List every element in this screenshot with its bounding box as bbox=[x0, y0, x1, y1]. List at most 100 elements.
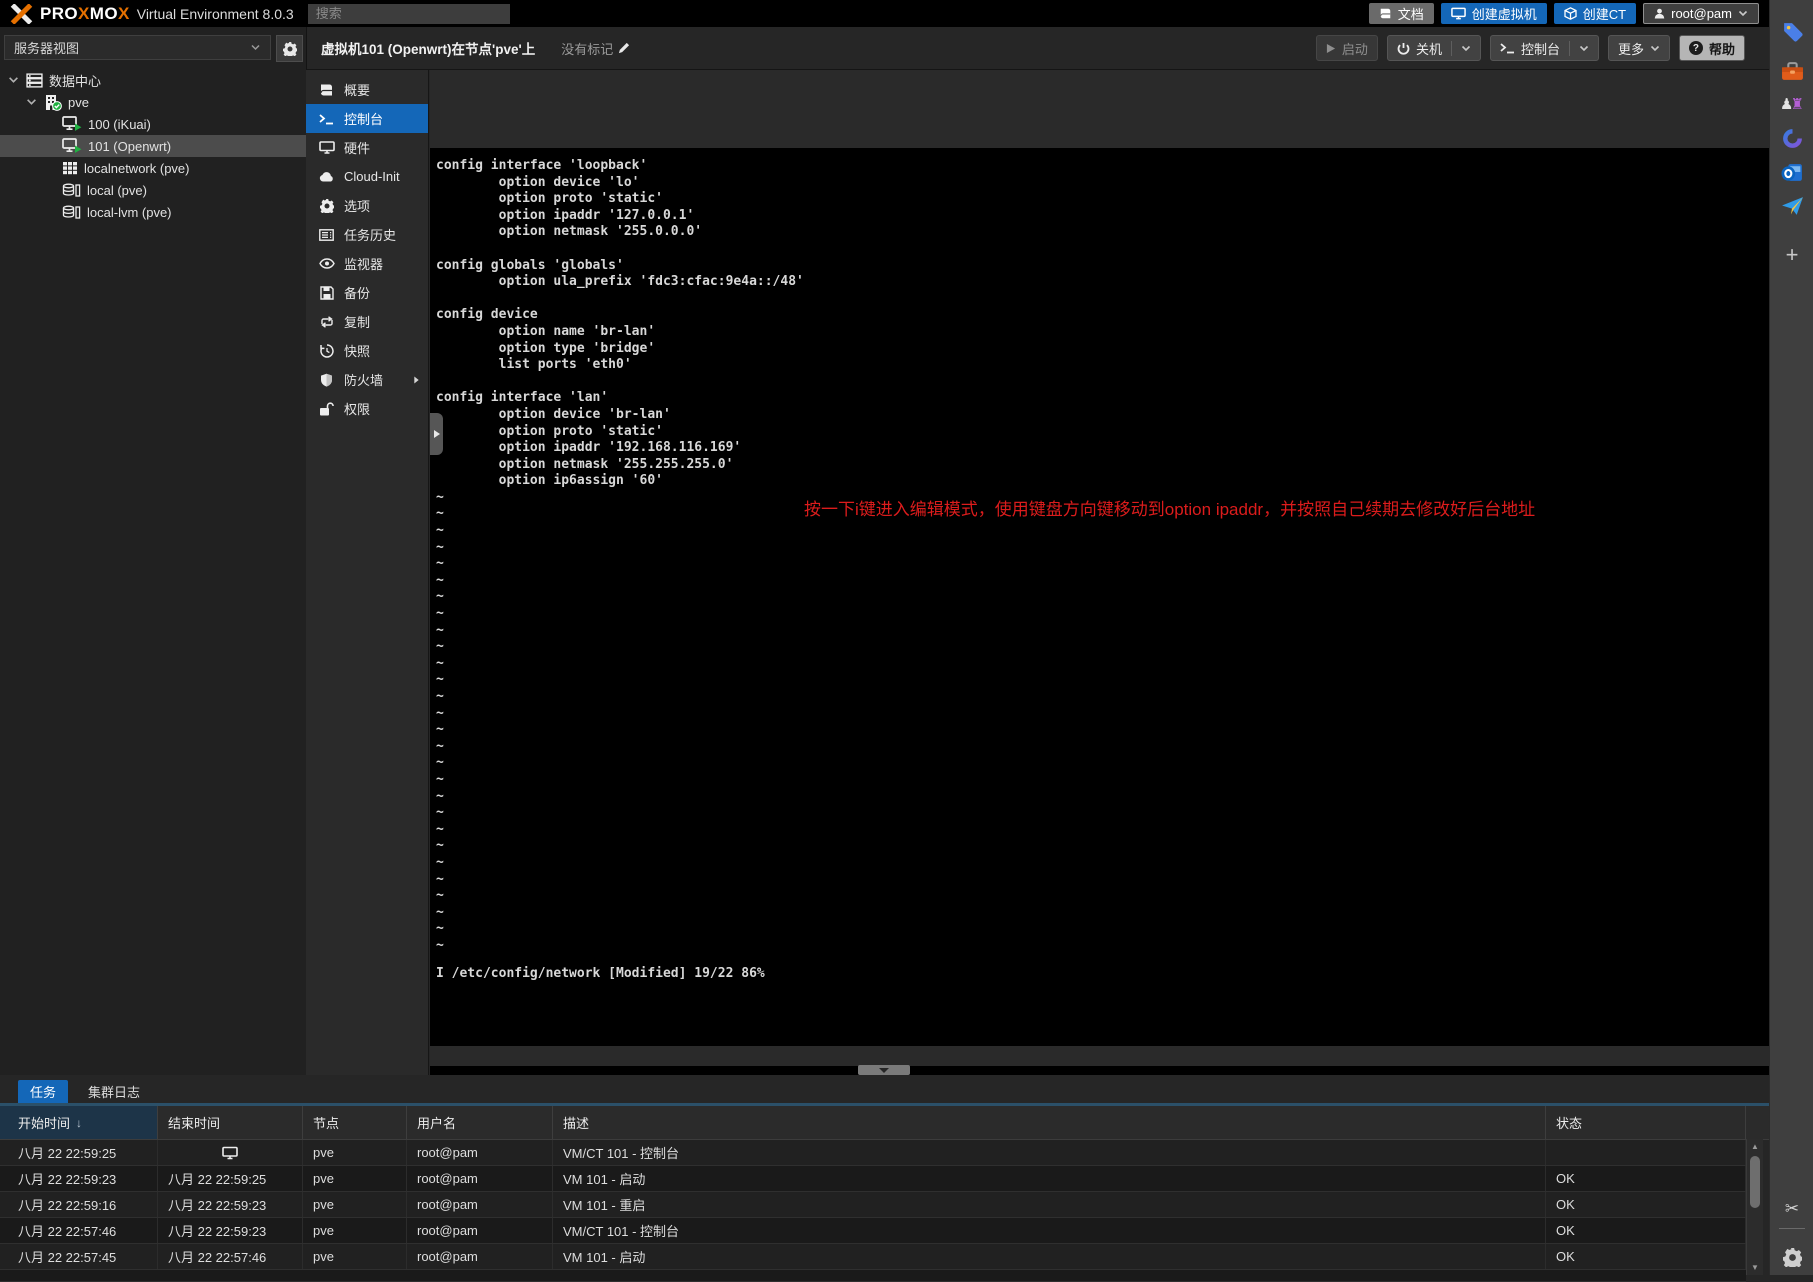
menu-item-replication[interactable]: 复制 bbox=[306, 307, 428, 336]
menu-item-label: 硬件 bbox=[344, 138, 370, 157]
tags-area[interactable]: 没有标记 bbox=[561, 39, 630, 58]
add-icon[interactable]: + bbox=[1770, 240, 1813, 270]
task-cell: root@pam bbox=[407, 1244, 553, 1269]
console-running-icon bbox=[222, 1146, 238, 1160]
tree-settings-button[interactable] bbox=[276, 35, 303, 62]
column-header-end-time[interactable]: 结束时间 bbox=[158, 1106, 303, 1139]
menu-item-backup[interactable]: 备份 bbox=[306, 278, 428, 307]
menu-item-label: 复制 bbox=[344, 312, 370, 331]
documentation-button[interactable]: 文档 bbox=[1369, 3, 1434, 24]
splitter-collapse-handle[interactable] bbox=[858, 1065, 910, 1075]
tree-item-storage-localnetwork[interactable]: localnetwork (pve) bbox=[0, 157, 306, 179]
vnc-screen[interactable]: config interface 'loopback' option devic… bbox=[430, 148, 1769, 1046]
task-cell: VM/CT 101 - 控制台 bbox=[553, 1140, 1546, 1165]
task-cell: 八月 22 22:59:23 bbox=[0, 1166, 158, 1191]
menu-item-firewall[interactable]: 防火墙 bbox=[306, 365, 428, 394]
column-header-description[interactable]: 描述 bbox=[553, 1106, 1546, 1139]
more-button[interactable]: 更多 bbox=[1608, 35, 1670, 61]
task-cell: pve bbox=[303, 1244, 407, 1269]
create-ct-button[interactable]: 创建CT bbox=[1554, 3, 1636, 24]
outlook-icon[interactable] bbox=[1770, 157, 1813, 187]
tree-item-label: local-lvm (pve) bbox=[87, 205, 172, 220]
gear-icon bbox=[283, 42, 297, 56]
tree-item-vm-100[interactable]: 100 (iKuai) bbox=[0, 113, 306, 135]
task-row[interactable]: 八月 22 22:59:23八月 22 22:59:25pveroot@pamV… bbox=[0, 1166, 1746, 1192]
task-row[interactable]: 八月 22 22:57:45八月 22 22:57:46pveroot@pamV… bbox=[0, 1244, 1746, 1270]
menu-item-monitor[interactable]: 监视器 bbox=[306, 249, 428, 278]
menu-item-label: 快照 bbox=[344, 341, 370, 360]
topbar-actions: 文档 创建虚拟机 创建CT root@pam bbox=[1369, 3, 1769, 24]
column-header-status[interactable]: 状态 bbox=[1546, 1106, 1746, 1139]
menu-item-permissions[interactable]: 权限 bbox=[306, 394, 428, 423]
task-cell: OK bbox=[1546, 1166, 1746, 1191]
tag-icon[interactable] bbox=[1770, 16, 1813, 46]
list-icon bbox=[318, 229, 335, 241]
menu-item-task-history[interactable]: 任务历史 bbox=[306, 220, 428, 249]
help-button[interactable]: ? 帮助 bbox=[1679, 35, 1745, 61]
user-menu-button[interactable]: root@pam bbox=[1643, 3, 1759, 24]
node-icon bbox=[44, 94, 62, 111]
tree-item-datacenter[interactable]: 数据中心 bbox=[0, 69, 306, 91]
task-row[interactable]: 八月 22 22:59:16八月 22 22:59:23pveroot@pamV… bbox=[0, 1192, 1746, 1218]
scrollbar-thumb[interactable] bbox=[1750, 1156, 1760, 1208]
menu-item-summary[interactable]: 概要 bbox=[306, 75, 428, 104]
menu-item-console[interactable]: 控制台 bbox=[306, 104, 428, 133]
task-row[interactable]: 八月 22 22:57:46八月 22 22:59:23pveroot@pamV… bbox=[0, 1218, 1746, 1244]
storage-icon bbox=[62, 205, 81, 220]
shield-icon bbox=[318, 373, 335, 387]
task-cell: root@pam bbox=[407, 1140, 553, 1165]
create-vm-button[interactable]: 创建虚拟机 bbox=[1441, 3, 1547, 24]
task-table-scrollbar[interactable]: ▲ ▼ bbox=[1746, 1139, 1763, 1275]
task-cell: OK bbox=[1546, 1218, 1746, 1243]
menu-item-snapshots[interactable]: 快照 bbox=[306, 336, 428, 365]
chevron-down-icon bbox=[1461, 45, 1471, 52]
proxmox-app: { "colors": { "accent_blue": "#1467b8", … bbox=[0, 0, 1813, 1275]
lock-icon bbox=[318, 402, 335, 416]
tree-item-vm-101[interactable]: 101 (Openwrt) bbox=[0, 135, 306, 157]
chevron-down-icon bbox=[1650, 45, 1660, 52]
shutdown-split-button[interactable]: 关机 bbox=[1387, 35, 1481, 61]
menu-item-label: 概要 bbox=[344, 80, 370, 99]
column-header-node[interactable]: 节点 bbox=[303, 1106, 407, 1139]
settings-icon[interactable] bbox=[1770, 1242, 1813, 1272]
gear-icon bbox=[318, 199, 335, 213]
panel-splitter[interactable] bbox=[430, 1066, 1769, 1075]
microsoft-365-icon[interactable] bbox=[1770, 123, 1813, 153]
book-icon bbox=[318, 83, 335, 97]
column-header-start-time[interactable]: 开始时间 ↓ bbox=[0, 1106, 158, 1139]
search-input[interactable] bbox=[308, 4, 510, 24]
send-icon[interactable] bbox=[1770, 191, 1813, 221]
task-cell: pve bbox=[303, 1192, 407, 1217]
bottom-panel: 任务 集群日志 开始时间 ↓ 结束时间 节点 用户名 描述 状态 八月 22 2… bbox=[0, 1075, 1769, 1275]
floppy-icon bbox=[318, 286, 335, 300]
proxmox-wordmark: PROXMOX bbox=[40, 4, 130, 24]
tab-tasks[interactable]: 任务 bbox=[18, 1080, 68, 1103]
tree-item-storage-local-lvm[interactable]: local-lvm (pve) bbox=[0, 201, 306, 223]
scroll-down-icon[interactable]: ▼ bbox=[1747, 1261, 1763, 1274]
tab-cluster-log[interactable]: 集群日志 bbox=[76, 1080, 152, 1103]
console-split-button[interactable]: 控制台 bbox=[1490, 35, 1599, 61]
version-label: Virtual Environment 8.0.3 bbox=[137, 6, 294, 22]
menu-item-cloudinit[interactable]: Cloud-Init bbox=[306, 162, 428, 191]
scroll-up-icon[interactable]: ▲ bbox=[1747, 1140, 1763, 1153]
sort-desc-icon: ↓ bbox=[76, 1116, 82, 1130]
expand-caret-icon[interactable] bbox=[7, 76, 20, 84]
start-button[interactable]: 启动 bbox=[1316, 35, 1378, 61]
task-cell: root@pam bbox=[407, 1192, 553, 1217]
eye-icon bbox=[318, 258, 335, 269]
novnc-control-handle[interactable] bbox=[430, 413, 443, 455]
task-cell: pve bbox=[303, 1140, 407, 1165]
column-header-user[interactable]: 用户名 bbox=[407, 1106, 553, 1139]
menu-item-options[interactable]: 选项 bbox=[306, 191, 428, 220]
expand-caret-icon[interactable] bbox=[25, 98, 38, 106]
view-selector[interactable]: 服务器视图 bbox=[4, 35, 271, 60]
tree-item-storage-local[interactable]: local (pve) bbox=[0, 179, 306, 201]
snip-icon[interactable]: ✂ bbox=[1770, 1194, 1813, 1224]
task-row[interactable]: 八月 22 22:59:25pveroot@pamVM/CT 101 - 控制台 bbox=[0, 1140, 1746, 1166]
resource-tree: 数据中心pve100 (iKuai)101 (Openwrt)localnetw… bbox=[0, 69, 306, 223]
toolbox-icon[interactable] bbox=[1770, 56, 1813, 86]
menu-item-hardware[interactable]: 硬件 bbox=[306, 133, 428, 162]
tree-item-node-pve[interactable]: pve bbox=[0, 91, 306, 113]
annotation-text: 按一下i键进入编辑模式，使用键盘方向键移动到option ipaddr，并按照自… bbox=[804, 495, 1535, 520]
games-icon[interactable]: ♟♜ bbox=[1770, 89, 1813, 119]
